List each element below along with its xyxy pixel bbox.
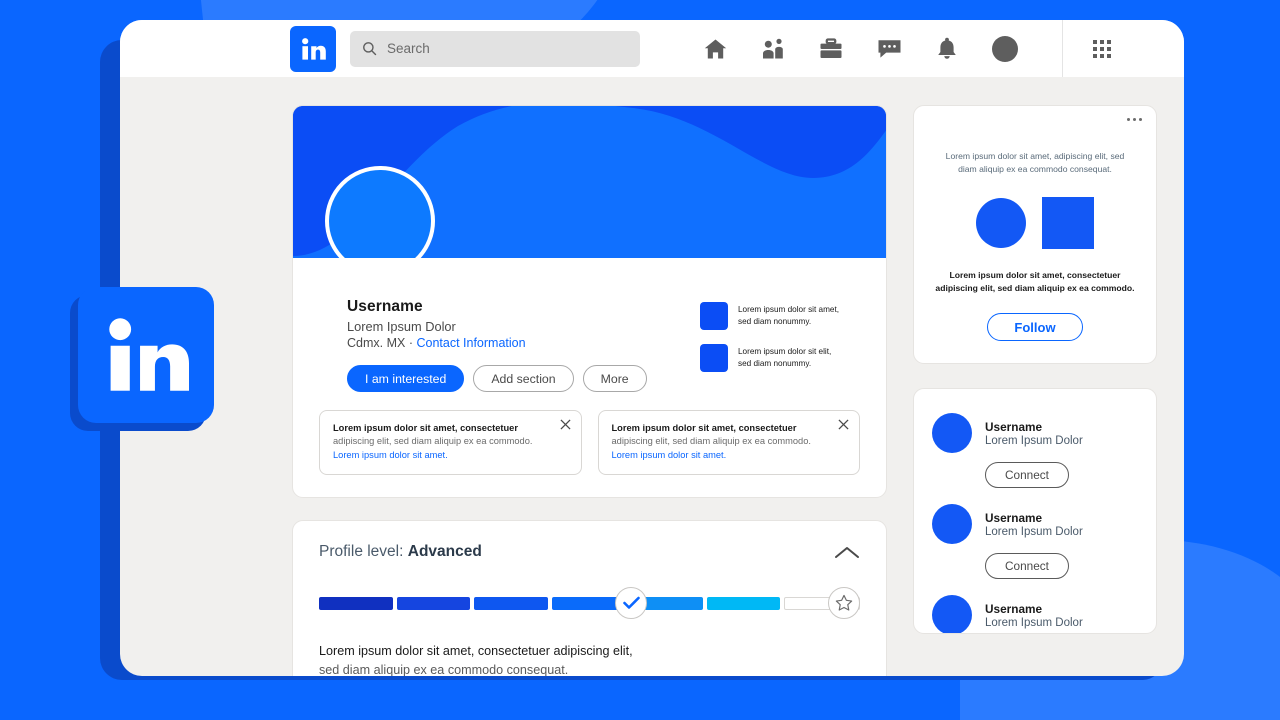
profile-notices: Lorem ipsum dolor sit amet, consectetuer… — [293, 410, 886, 497]
notifications-bell-icon[interactable] — [934, 36, 960, 62]
linkedin-badge-logo-icon — [103, 312, 189, 398]
notice-link[interactable]: Lorem ipsum dolor sit amet. — [612, 449, 847, 462]
progress-segment — [474, 597, 548, 610]
check-icon — [623, 596, 640, 610]
profile-level-title: Profile level: Advanced — [319, 543, 482, 561]
organization-line-2: sed diam nonummy. — [738, 358, 831, 370]
promo-square-shape — [1042, 197, 1094, 249]
promo-caption: Lorem ipsum dolor sit amet, adipiscing e… — [930, 150, 1140, 177]
notice-title: Lorem ipsum dolor sit amet, consectetuer — [612, 422, 847, 435]
organization-row[interactable]: Lorem ipsum dolor sit elit, sed diam non… — [700, 344, 860, 372]
suggestion-name: Username — [985, 420, 1083, 434]
more-options-icon[interactable] — [1127, 118, 1142, 121]
profile-level-card: Profile level: Advanced — [292, 520, 887, 676]
home-icon[interactable] — [702, 36, 728, 62]
promo-text: Lorem ipsum dolor sit amet, consectetuer… — [930, 269, 1140, 296]
suggestion-subtitle: Lorem Ipsum Dolor — [985, 435, 1083, 447]
close-icon[interactable] — [560, 419, 571, 430]
profile-level-progress[interactable] — [319, 586, 860, 620]
promo-shapes — [930, 197, 1140, 249]
organization-logo — [700, 344, 728, 372]
profile-headline: Lorem Ipsum Dolor — [347, 319, 700, 334]
apps-grid-icon[interactable] — [1093, 40, 1111, 58]
avatar-icon — [992, 36, 1018, 62]
list-item[interactable]: Username Lorem Ipsum Dolor Connect — [932, 504, 1138, 579]
more-button[interactable]: More — [583, 365, 647, 392]
notice-card[interactable]: Lorem ipsum dolor sit amet, consectetuer… — [598, 410, 861, 475]
profile-level-label: Profile level: — [319, 543, 403, 560]
profile-level-header: Profile level: Advanced — [319, 543, 860, 561]
suggestion-avatar — [932, 504, 972, 544]
promo-card: Lorem ipsum dolor sit amet, adipiscing e… — [913, 105, 1157, 364]
progress-check-node[interactable] — [615, 587, 647, 619]
level-description-line-2: sed diam aliquip ex ea commodo consequat… — [319, 661, 860, 676]
notice-card[interactable]: Lorem ipsum dolor sit amet, consectetuer… — [319, 410, 582, 475]
profile-details: Username Lorem Ipsum Dolor Cdmx. MX · Co… — [293, 258, 886, 410]
progress-star-node[interactable] — [828, 587, 860, 619]
browser-window: Username Lorem Ipsum Dolor Cdmx. MX · Co… — [120, 20, 1184, 676]
notice-title: Lorem ipsum dolor sit amet, consectetuer — [333, 422, 568, 435]
profile-location: Cdmx. MX — [347, 336, 405, 350]
contact-information-link[interactable]: Contact Information — [416, 336, 525, 350]
profile-level-value: Advanced — [408, 543, 482, 560]
linkedin-logo[interactable] — [290, 26, 336, 72]
search-bar[interactable] — [350, 31, 640, 67]
page-title: Username — [347, 298, 700, 316]
suggestions-card: Username Lorem Ipsum Dolor Connect Usern… — [913, 388, 1157, 634]
suggestion-name: Username — [985, 602, 1083, 616]
suggestion-name: Username — [985, 511, 1083, 525]
promo-circle-shape — [976, 198, 1026, 248]
chevron-up-icon[interactable] — [834, 543, 860, 560]
navigation-icons — [702, 36, 1018, 62]
top-navigation-bar — [120, 20, 1184, 77]
profile-level-description: Lorem ipsum dolor sit amet, consectetuer… — [319, 642, 860, 676]
profile-location-row: Cdmx. MX · Contact Information — [347, 336, 700, 350]
search-input[interactable] — [387, 41, 617, 56]
jobs-briefcase-icon[interactable] — [818, 36, 844, 62]
i-am-interested-button[interactable]: I am interested — [347, 365, 464, 392]
progress-segments — [319, 597, 860, 610]
organization-line-2: sed diam nonummy. — [738, 316, 839, 328]
topbar-divider — [1062, 20, 1063, 77]
avatar[interactable] — [992, 36, 1018, 62]
close-icon[interactable] — [838, 419, 849, 430]
messaging-chat-icon[interactable] — [876, 36, 902, 62]
list-item[interactable]: Username Lorem Ipsum Dolor Connect — [932, 413, 1138, 488]
connect-button[interactable]: Connect — [985, 462, 1069, 488]
add-section-button[interactable]: Add section — [473, 365, 573, 392]
notice-link[interactable]: Lorem ipsum dolor sit amet. — [333, 449, 568, 462]
notice-body: adipiscing elit, sed diam aliquip ex ea … — [333, 435, 568, 448]
suggestion-avatar — [932, 413, 972, 453]
network-icon[interactable] — [760, 36, 786, 62]
progress-segment — [319, 597, 393, 610]
organization-logo — [700, 302, 728, 330]
follow-button[interactable]: Follow — [987, 313, 1082, 341]
main-column: Username Lorem Ipsum Dolor Cdmx. MX · Co… — [292, 105, 887, 676]
search-icon — [362, 41, 377, 56]
profile-action-buttons: I am interested Add section More — [347, 365, 700, 392]
organization-line-1: Lorem ipsum dolor sit elit, — [738, 346, 831, 358]
sidebar-column: Lorem ipsum dolor sit amet, adipiscing e… — [913, 105, 1157, 676]
linkedin-logo-icon — [300, 36, 326, 62]
star-icon — [835, 594, 853, 612]
profile-banner[interactable] — [293, 106, 886, 258]
suggestion-avatar — [932, 595, 972, 634]
connect-button[interactable]: Connect — [985, 553, 1069, 579]
organization-row[interactable]: Lorem ipsum dolor sit amet, sed diam non… — [700, 302, 860, 330]
list-item[interactable]: Username Lorem Ipsum Dolor Connect — [932, 595, 1138, 634]
level-description-line-1: Lorem ipsum dolor sit amet, consectetuer… — [319, 642, 860, 661]
profile-organizations: Lorem ipsum dolor sit amet, sed diam non… — [700, 298, 860, 392]
suggestion-subtitle: Lorem Ipsum Dolor — [985, 617, 1083, 629]
profile-card: Username Lorem Ipsum Dolor Cdmx. MX · Co… — [292, 105, 887, 498]
profile-meta-separator: · — [409, 336, 413, 350]
suggestion-subtitle: Lorem Ipsum Dolor — [985, 526, 1083, 538]
linkedin-badge — [78, 287, 214, 423]
organization-line-1: Lorem ipsum dolor sit amet, — [738, 304, 839, 316]
page-content: Username Lorem Ipsum Dolor Cdmx. MX · Co… — [120, 77, 1184, 676]
progress-segment — [707, 597, 781, 610]
notice-body: adipiscing elit, sed diam aliquip ex ea … — [612, 435, 847, 448]
progress-segment — [397, 597, 471, 610]
